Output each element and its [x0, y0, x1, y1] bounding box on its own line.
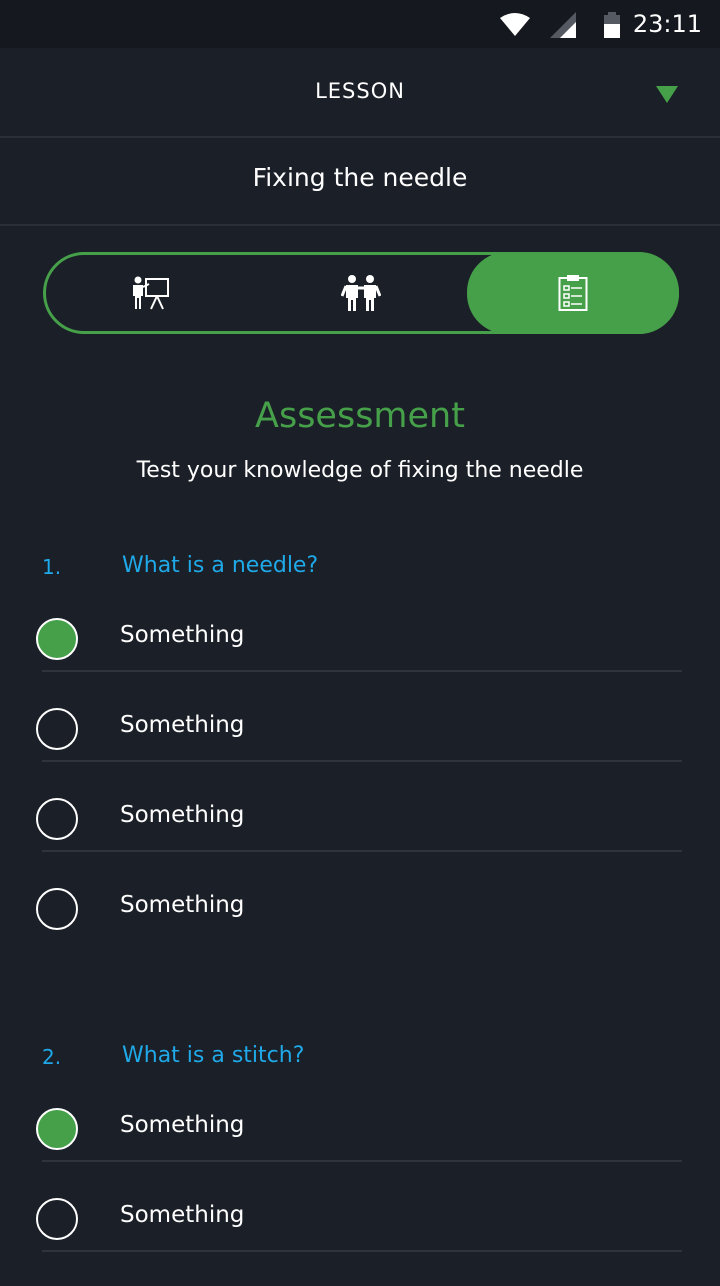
- divider: [42, 760, 682, 762]
- answer-option[interactable]: Something: [36, 796, 682, 886]
- question-text: What is a needle?: [122, 553, 319, 578]
- answer-option[interactable]: Something: [36, 1196, 682, 1286]
- answer-label: Something: [120, 892, 245, 918]
- assessment-heading: Assessment: [255, 396, 465, 436]
- answer-option[interactable]: Something: [36, 616, 682, 706]
- answer-label: Something: [120, 1112, 245, 1138]
- presentation-icon: [133, 276, 169, 310]
- radio-button[interactable]: [36, 708, 78, 750]
- radio-button[interactable]: [36, 798, 78, 840]
- answer-option[interactable]: Something: [36, 886, 682, 976]
- divider: [42, 1160, 682, 1162]
- people-icon: [341, 275, 381, 311]
- radio-button-selected[interactable]: [36, 618, 78, 660]
- question-number: 1.: [42, 555, 62, 579]
- answer-option[interactable]: Something: [36, 1106, 682, 1196]
- battery-icon: [604, 12, 620, 38]
- divider: [42, 670, 682, 672]
- tab-people[interactable]: [256, 255, 466, 331]
- clipboard-icon: [558, 275, 588, 311]
- dropdown-triangle-icon[interactable]: [654, 84, 680, 104]
- wifi-icon: [500, 13, 530, 36]
- status-time: 23:11: [632, 10, 702, 38]
- divider: [42, 850, 682, 852]
- answer-label: Something: [120, 802, 245, 828]
- status-bar: 23:11: [0, 0, 720, 48]
- cell-signal-icon: [550, 12, 576, 38]
- answer-label: Something: [120, 622, 245, 648]
- radio-button[interactable]: [36, 1198, 78, 1240]
- divider: [42, 1250, 682, 1252]
- question-number: 2.: [42, 1045, 62, 1069]
- radio-button[interactable]: [36, 888, 78, 930]
- lesson-title: Fixing the needle: [252, 163, 468, 192]
- header-title: LESSON: [315, 79, 405, 103]
- answer-label: Something: [120, 1202, 245, 1228]
- lesson-section-switcher: [43, 252, 679, 334]
- answer-label: Something: [120, 712, 245, 738]
- tab-presentation[interactable]: [46, 255, 256, 331]
- radio-button-selected[interactable]: [36, 1108, 78, 1150]
- assessment-subtitle: Test your knowledge of fixing the needle: [136, 458, 584, 483]
- lesson-title-bar: Fixing the needle: [0, 138, 720, 226]
- app-header: LESSON: [0, 48, 720, 138]
- tab-assessment[interactable]: [467, 252, 679, 334]
- question-text: What is a stitch?: [122, 1043, 305, 1068]
- answer-option[interactable]: Something: [36, 706, 682, 796]
